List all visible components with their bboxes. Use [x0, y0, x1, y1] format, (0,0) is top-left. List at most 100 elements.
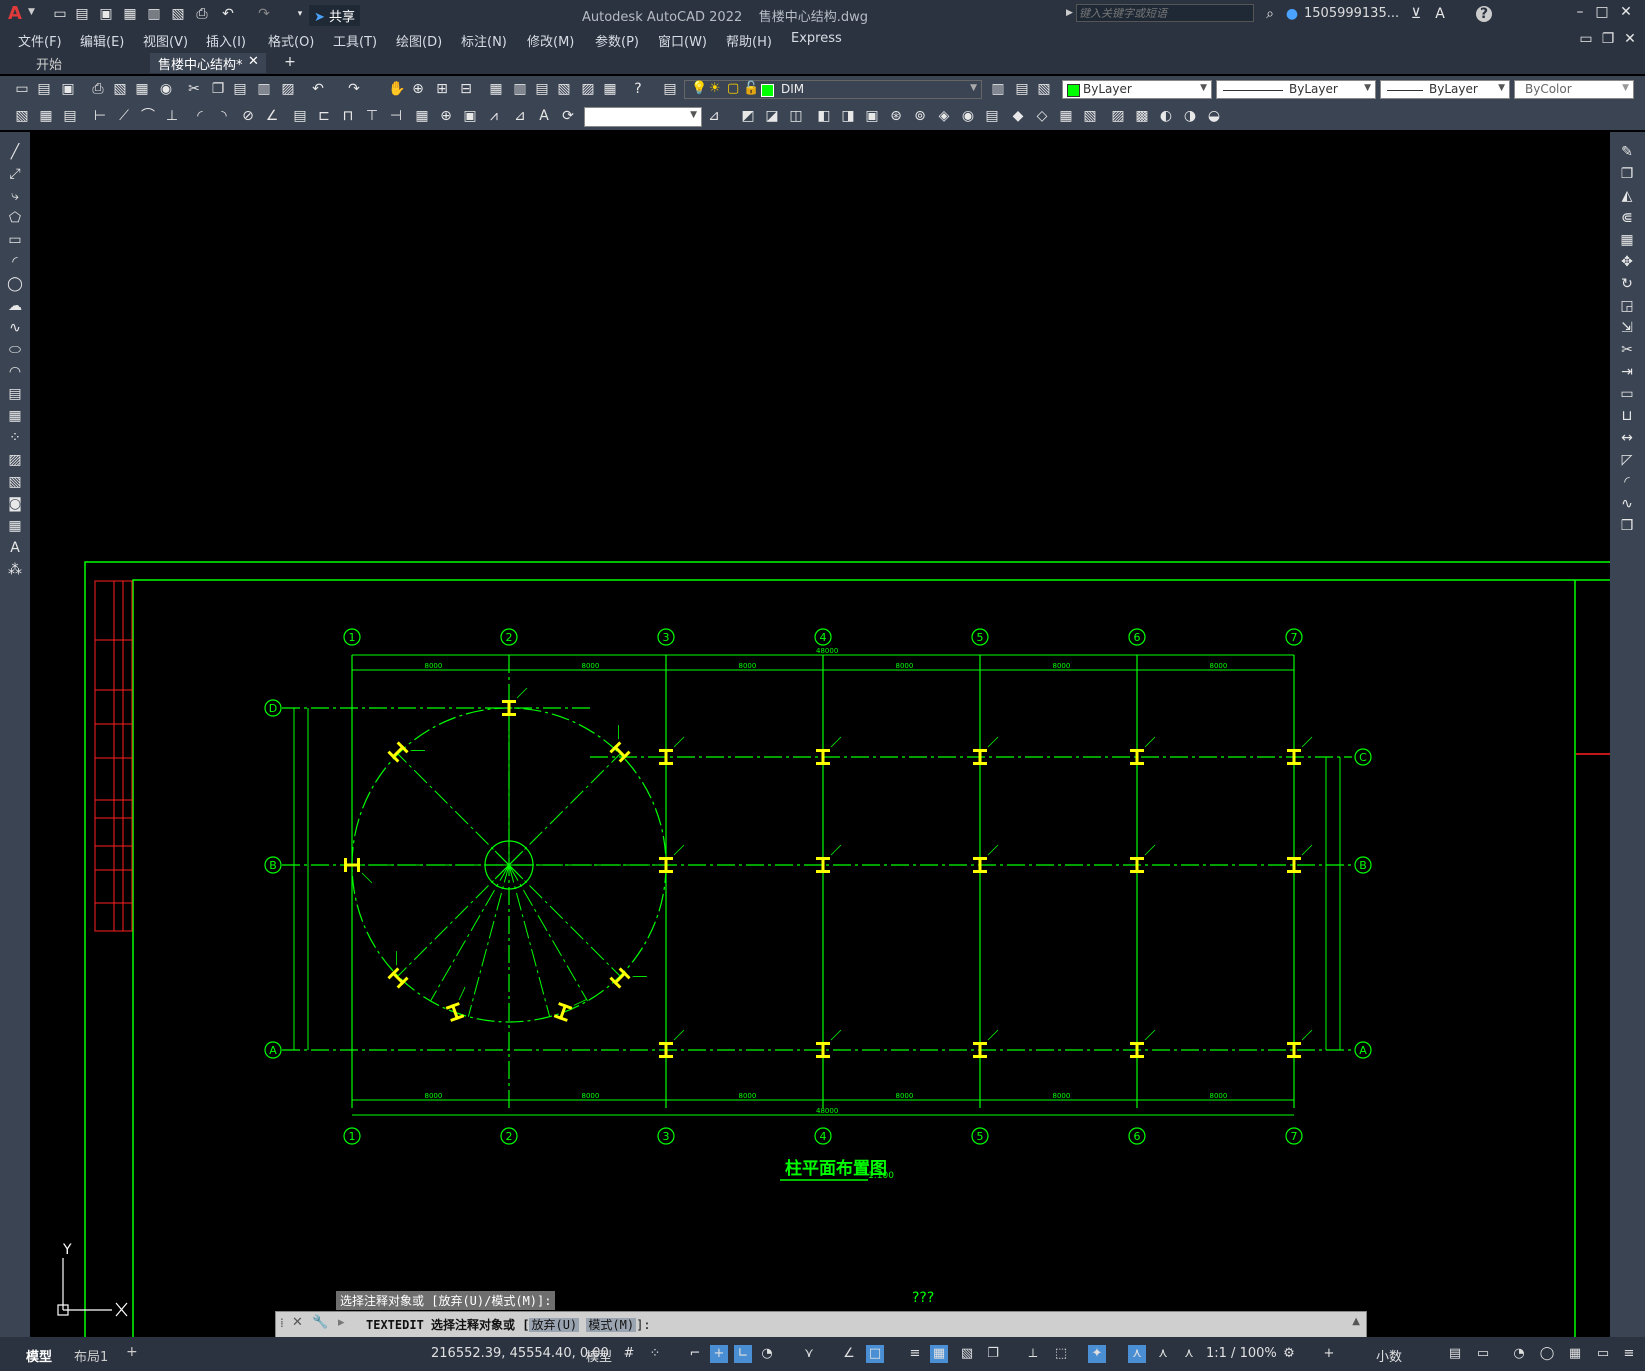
- add-layout-icon[interactable]: +: [126, 1344, 138, 1360]
- units[interactable]: 小数: [1376, 1346, 1402, 1365]
- hardware-accel-icon[interactable]: ◯: [1538, 1345, 1556, 1363]
- baseline-dim-icon[interactable]: ⊏: [316, 108, 332, 124]
- snap-icon[interactable]: ⁘: [646, 1345, 664, 1363]
- user-name[interactable]: 1505999135...: [1304, 6, 1399, 21]
- tb2-modify-8-icon[interactable]: ⊚: [912, 108, 928, 124]
- copy-obj-icon[interactable]: ❐: [1619, 166, 1635, 182]
- tb2-modify-3-icon[interactable]: ◫: [788, 108, 804, 124]
- match-prop-icon[interactable]: ▥: [256, 81, 272, 97]
- dim-break-icon[interactable]: ⊣: [388, 108, 404, 124]
- mirror-icon[interactable]: ◭: [1619, 188, 1635, 204]
- publish-icon[interactable]: ▦: [134, 81, 150, 97]
- color-dropdown[interactable]: ByLayer ▼: [1062, 80, 1212, 99]
- minimize-icon[interactable]: –: [1572, 4, 1588, 20]
- table-icon[interactable]: ▦: [7, 518, 23, 534]
- diameter-dim-icon[interactable]: ⊘: [240, 108, 256, 124]
- qnew-icon[interactable]: ▭: [14, 81, 30, 97]
- lock-ui-icon[interactable]: ▭: [1474, 1345, 1492, 1363]
- layer-previous-icon[interactable]: ▤: [1014, 81, 1030, 97]
- cart-icon[interactable]: ⊻: [1408, 6, 1424, 22]
- quick-dim-icon[interactable]: ▤: [292, 108, 308, 124]
- point-icon[interactable]: ⁘: [7, 430, 23, 446]
- transparency-icon[interactable]: ▦: [930, 1345, 948, 1363]
- zoom-previous-icon[interactable]: ⊟: [458, 81, 474, 97]
- menu-window[interactable]: 窗口(W): [658, 31, 707, 50]
- dim-text-edit-icon[interactable]: A: [536, 108, 552, 124]
- open-icon[interactable]: ▤: [36, 81, 52, 97]
- menu-file[interactable]: 文件(F): [18, 31, 62, 50]
- menu-view[interactable]: 视图(V): [143, 31, 188, 50]
- selection-cycling-icon[interactable]: ▧: [958, 1345, 976, 1363]
- search-input[interactable]: [1076, 4, 1254, 22]
- layer-dropdown[interactable]: 💡 ☀ ▢ 🔓 DIM ▼: [684, 80, 982, 99]
- menu-modify[interactable]: 修改(M): [527, 31, 574, 50]
- sheet-set-icon[interactable]: ▧: [556, 81, 572, 97]
- osnap-icon[interactable]: □: [866, 1345, 884, 1363]
- polar-icon[interactable]: ◔: [758, 1345, 776, 1363]
- menu-format[interactable]: 格式(O): [268, 31, 314, 50]
- search-icon[interactable]: ⌕: [1262, 6, 1278, 22]
- tab-start[interactable]: 开始: [0, 53, 148, 73]
- tb2-icon-3[interactable]: ▤: [62, 108, 78, 124]
- selection-filter-icon[interactable]: ⬚: [1052, 1345, 1070, 1363]
- plot-preview-icon[interactable]: ▧: [112, 81, 128, 97]
- jogged-dim-icon[interactable]: ◝: [216, 108, 232, 124]
- layer-properties-icon[interactable]: ▤: [662, 81, 678, 97]
- auto-scale-icon[interactable]: ⋏: [1154, 1345, 1172, 1363]
- lineweight-dropdown[interactable]: ByLayer ▼: [1380, 80, 1510, 99]
- move-icon[interactable]: ✥: [1619, 254, 1635, 270]
- tb2-modify-11-icon[interactable]: ▤: [984, 108, 1000, 124]
- maximize-icon[interactable]: □: [1594, 4, 1610, 20]
- linear-dim-icon[interactable]: ⊢: [92, 108, 108, 124]
- mtext-icon[interactable]: A: [7, 540, 23, 556]
- add-selected-icon[interactable]: ⁂: [7, 562, 23, 578]
- plot-icon[interactable]: ⎙: [194, 6, 210, 22]
- tb2-modify-6-icon[interactable]: ▣: [864, 108, 880, 124]
- command-grip-icon[interactable]: ⁞: [280, 1316, 284, 1330]
- save-icon[interactable]: ▣: [98, 6, 114, 22]
- help-tb-icon[interactable]: ?: [630, 81, 646, 97]
- plotstyle-dropdown[interactable]: ByColor ▼: [1514, 80, 1634, 99]
- ordinate-dim-icon[interactable]: ⊥: [164, 108, 180, 124]
- dim-style-icon[interactable]: ⊿: [706, 108, 722, 124]
- center-mark-icon[interactable]: ⊕: [438, 108, 454, 124]
- insert-block-icon[interactable]: ▤: [7, 386, 23, 402]
- chamfer-icon[interactable]: ◸: [1619, 452, 1635, 468]
- menu-insert[interactable]: 插入(I): [206, 31, 246, 50]
- scale-icon[interactable]: ◲: [1619, 298, 1635, 314]
- spline-icon[interactable]: ∿: [7, 320, 23, 336]
- object-snap-tracking-icon[interactable]: ∠: [840, 1345, 858, 1363]
- pan-icon[interactable]: ✋: [388, 81, 405, 97]
- workspace-icon[interactable]: ⚙: [1280, 1345, 1298, 1363]
- command-scroll-icon[interactable]: ▲: [1352, 1316, 1360, 1327]
- autodesk-app-icon[interactable]: A: [1432, 6, 1448, 22]
- continue-dim-icon[interactable]: ⊓: [340, 108, 356, 124]
- share-button[interactable]: ➤ 共享: [309, 5, 361, 26]
- extend-icon[interactable]: ⇥: [1619, 364, 1635, 380]
- quick-properties-icon[interactable]: ▤: [1446, 1345, 1464, 1363]
- tb2-modify-14-icon[interactable]: ▦: [1058, 108, 1074, 124]
- arc-icon[interactable]: ◜: [7, 254, 23, 270]
- undo-tb-icon[interactable]: ↶: [310, 81, 326, 97]
- plot-tb-icon[interactable]: ⎙: [90, 81, 106, 97]
- angular-dim-icon[interactable]: ∠: [264, 108, 280, 124]
- break-icon[interactable]: ⊔: [1619, 408, 1635, 424]
- revcloud-icon[interactable]: ☁: [7, 298, 23, 314]
- ellipse-arc-icon[interactable]: ◠: [7, 364, 23, 380]
- layout-tab-model[interactable]: 模型: [26, 1346, 52, 1365]
- open-web-icon[interactable]: ▥: [146, 6, 162, 22]
- search-chevron-icon[interactable]: ▶: [1066, 8, 1073, 18]
- open-file-icon[interactable]: ▤: [74, 6, 90, 22]
- app-menu-chevron-icon[interactable]: ▼: [28, 7, 35, 17]
- stretch-icon[interactable]: ⇲: [1619, 320, 1635, 336]
- circle-icon[interactable]: ◯: [7, 276, 23, 292]
- tb2-modify-16-icon[interactable]: ▨: [1110, 108, 1126, 124]
- trim-icon[interactable]: ✂: [1619, 342, 1635, 358]
- dynamic-input-icon[interactable]: +: [710, 1345, 728, 1363]
- calculator-icon[interactable]: ▦: [602, 81, 618, 97]
- tb2-icon-2[interactable]: ▦: [38, 108, 54, 124]
- region-icon[interactable]: ◙: [7, 496, 23, 512]
- menu-dimension[interactable]: 标注(N): [461, 31, 507, 50]
- annotation-visibility-icon[interactable]: ⋏: [1128, 1345, 1146, 1363]
- command-close-icon[interactable]: ✕: [292, 1315, 303, 1330]
